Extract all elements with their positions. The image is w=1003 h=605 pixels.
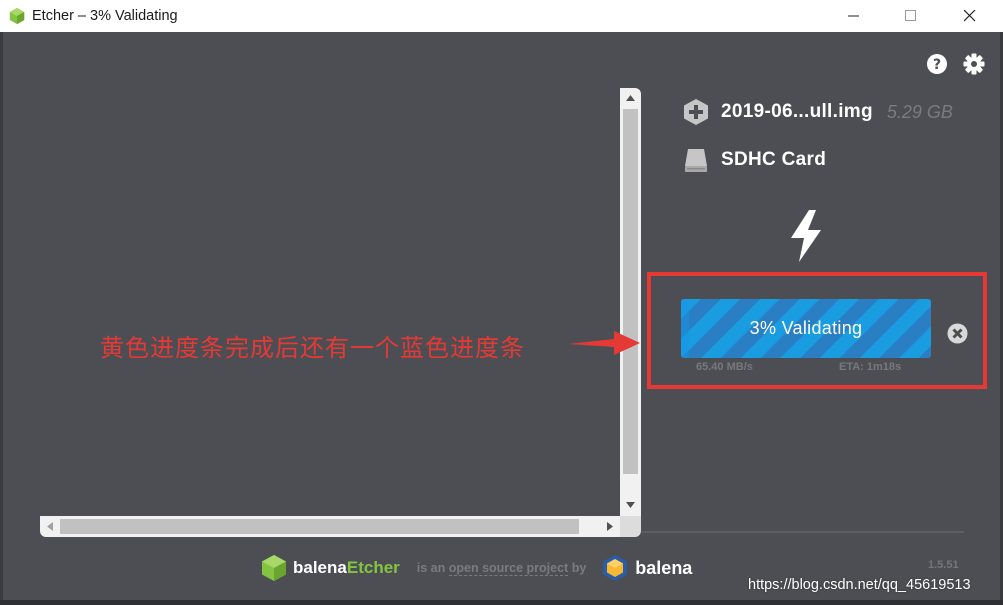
footer-tagline: is an open source project by [416,561,587,576]
lightning-icon [791,210,821,262]
watermark-text: https://blog.csdn.net/qq_45619513 [748,577,971,593]
webview-pane [40,88,642,539]
vertical-scroll-thumb[interactable] [623,109,638,474]
scroll-left-icon[interactable] [47,522,53,531]
close-button[interactable] [947,0,993,32]
cancel-button[interactable] [947,323,968,344]
horizontal-scrollbar[interactable] [40,516,620,537]
maximize-icon [905,10,916,21]
annotation-text: 黄色进度条完成后还有一个蓝色进度条 [100,334,525,362]
brand-balena[interactable]: balena [293,558,347,578]
progress-speed: 65.40 MB/s [696,361,753,373]
image-filename: 2019-06...ull.img [721,101,873,122]
divider [642,531,964,533]
help-icon: ? [927,54,947,74]
window-title: Etcher – 3% Validating [32,8,178,24]
maximize-button[interactable] [888,0,934,32]
horizontal-scroll-thumb[interactable] [60,519,579,534]
gear-icon [963,53,985,75]
version-label: 1.5.51 [928,559,959,571]
progress-label: 3% Validating [749,318,863,338]
taskbar-strip [0,600,1003,605]
window-titlebar: Etcher – 3% Validating [0,0,1003,32]
scroll-up-icon[interactable] [626,95,635,101]
open-source-link[interactable]: open source project [448,561,569,576]
drive-step[interactable]: SDHC Card [683,146,826,174]
scrollbar-corner [620,516,641,537]
brand-etcher[interactable]: Etcher [347,558,400,578]
etcher-logo-icon[interactable] [261,554,287,582]
drive-icon [685,149,707,172]
svg-text:?: ? [933,57,941,73]
balena-wordmark[interactable]: balena [635,558,692,579]
flash-progress-bar: 3% Validating [681,299,931,358]
help-button[interactable]: ? [926,53,948,75]
drive-name: SDHC Card [721,149,827,170]
image-step[interactable]: 2019-06...ull.img 5.29 GB [683,98,953,126]
plus-hex-icon [684,99,708,125]
cancel-icon [947,323,968,344]
footer: balena Etcher is an open source project b… [261,553,692,583]
minimize-icon [848,15,859,17]
scroll-right-icon[interactable] [607,522,613,531]
annotation-arrow-icon [568,331,640,355]
balena-logo-icon[interactable] [602,554,628,582]
scroll-down-icon[interactable] [626,502,635,508]
footer-text-before: is an [416,561,449,575]
close-icon [964,10,976,22]
etcher-logo-icon [9,7,25,25]
progress-eta: ETA: 1m18s [839,361,902,373]
minimize-button[interactable] [831,0,877,32]
image-size: 5.29 GB [886,101,953,122]
footer-text-after: by [568,561,587,575]
vertical-scrollbar[interactable] [620,88,641,516]
settings-button[interactable] [963,53,985,75]
